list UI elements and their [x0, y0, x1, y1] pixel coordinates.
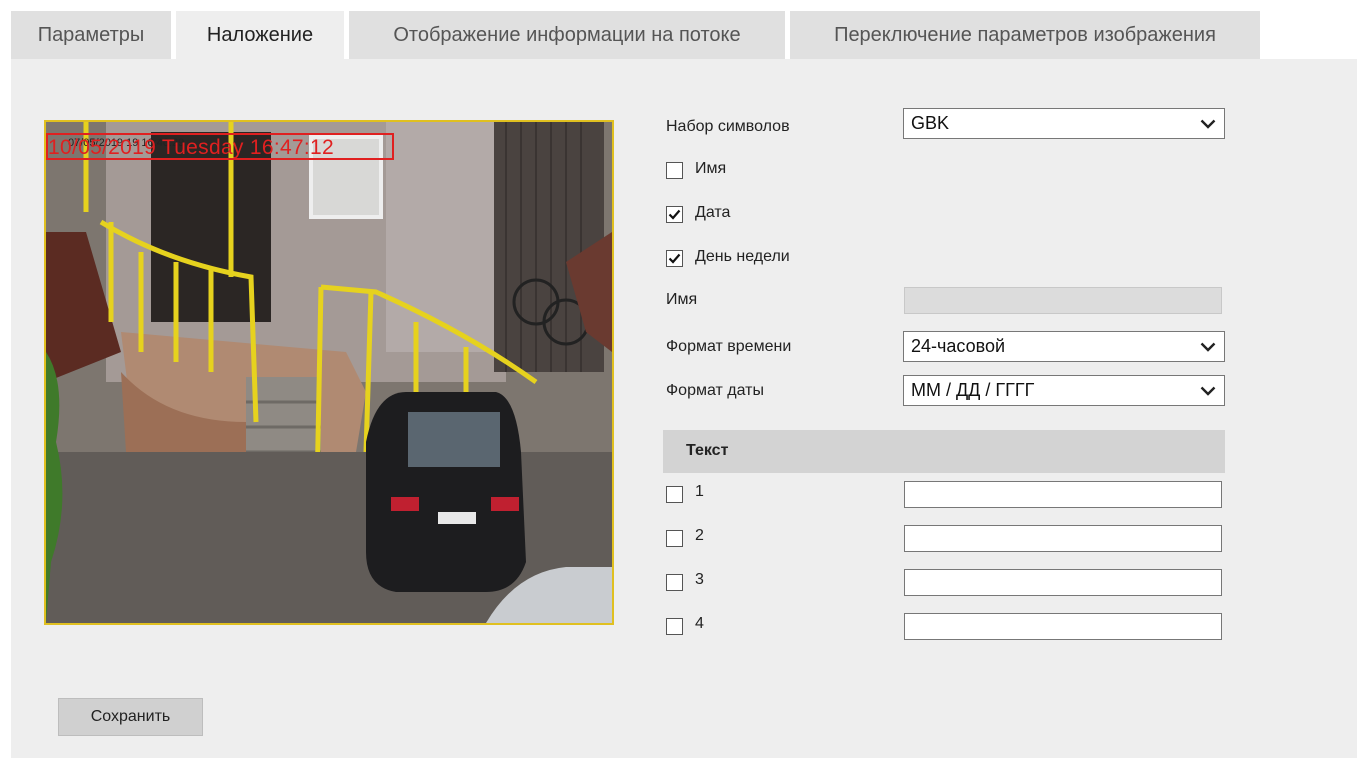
time-format-value: 24-часовой	[911, 336, 1006, 356]
name-input	[904, 287, 1222, 314]
charset-label: Набор символов	[666, 118, 790, 135]
charset-value: GBK	[911, 113, 950, 133]
text-row-3-checkbox[interactable]	[666, 574, 683, 591]
charset-select[interactable]: GBK	[903, 108, 1225, 139]
text-row-2-input[interactable]	[904, 525, 1222, 552]
chevron-down-icon	[1200, 342, 1216, 352]
checkmark-icon	[668, 253, 681, 264]
date-format-value: ММ / ДД / ГГГГ	[911, 380, 1035, 400]
chevron-down-icon	[1200, 119, 1216, 129]
save-button[interactable]: Сохранить	[58, 698, 203, 736]
date-format-select[interactable]: ММ / ДД / ГГГГ	[903, 375, 1225, 406]
chevron-down-icon	[1200, 386, 1216, 396]
checkbox-name-label: Имя	[695, 160, 727, 177]
tab-overlay[interactable]: Наложение	[176, 11, 344, 59]
text-section-header: Текст	[663, 430, 1225, 473]
time-format-select[interactable]: 24-часовой	[903, 331, 1225, 362]
checkbox-name[interactable]	[666, 162, 683, 179]
settings-panel: 07/05/2019 19 16:46:29 10/05/2019 Tuesda…	[11, 59, 1357, 758]
checkmark-icon	[668, 209, 681, 220]
camera-scene-image	[46, 122, 612, 623]
checkbox-weekday[interactable]	[666, 250, 683, 267]
checkbox-date-label: Дата	[695, 204, 731, 221]
checkbox-date[interactable]	[666, 206, 683, 223]
text-row-2-checkbox[interactable]	[666, 530, 683, 547]
text-row-2-label: 2	[695, 527, 704, 544]
text-row-4-input[interactable]	[904, 613, 1222, 640]
checkbox-weekday-label: День недели	[695, 248, 790, 265]
text-row-4-label: 4	[695, 615, 704, 632]
name-field-label: Имя	[666, 291, 698, 308]
tab-stream-info[interactable]: Отображение информации на потоке	[349, 11, 785, 59]
tab-parameters[interactable]: Параметры	[11, 11, 171, 59]
text-row-1-checkbox[interactable]	[666, 486, 683, 503]
text-row-3-input[interactable]	[904, 569, 1222, 596]
tab-image-switch[interactable]: Переключение параметров изображения	[790, 11, 1260, 59]
text-row-1-input[interactable]	[904, 481, 1222, 508]
date-format-label: Формат даты	[666, 382, 764, 399]
text-row-4-checkbox[interactable]	[666, 618, 683, 635]
text-row-1-label: 1	[695, 483, 704, 500]
osd-date-text: 10/05/2019 Tuesday 16:47:12	[48, 136, 335, 159]
video-preview[interactable]: 07/05/2019 19 16:46:29 10/05/2019 Tuesda…	[44, 120, 614, 625]
text-section-title: Текст	[686, 442, 729, 459]
tab-bar: Параметры Наложение Отображение информац…	[11, 11, 1265, 59]
time-format-label: Формат времени	[666, 338, 792, 355]
text-row-3-label: 3	[695, 571, 704, 588]
